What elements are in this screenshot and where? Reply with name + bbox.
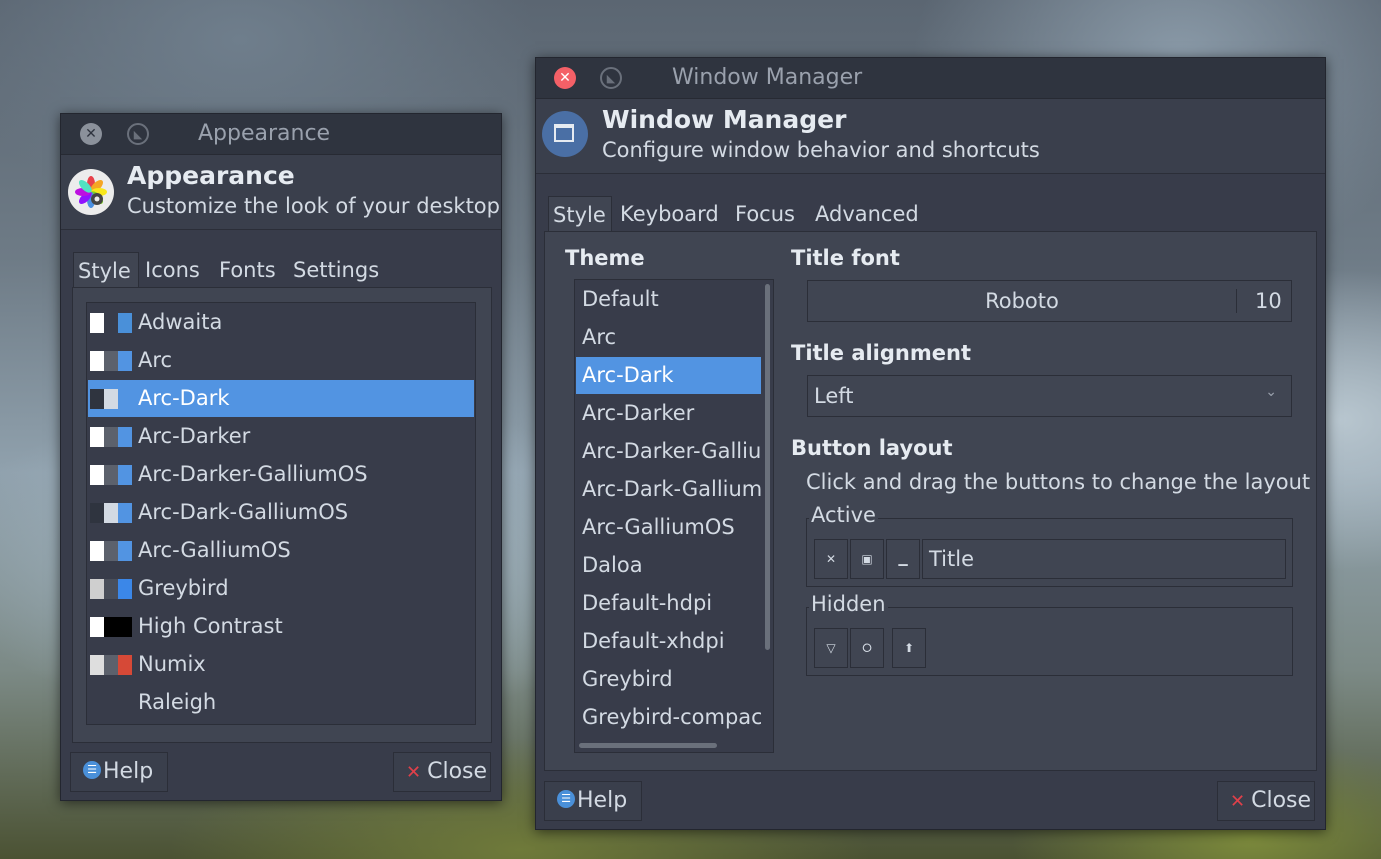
palette-icon	[68, 169, 114, 215]
list-item[interactable]: Default	[576, 281, 772, 318]
tab-icons[interactable]: Icons	[141, 252, 204, 288]
close-icon[interactable]: ✕	[80, 123, 102, 145]
wm-header: Window Manager Configure window behavior…	[536, 99, 1325, 174]
vertical-scrollbar[interactable]	[765, 284, 770, 650]
list-item[interactable]: Arc-Darker-GalliumOS	[88, 456, 474, 493]
stick-icon[interactable]: ⭘	[850, 628, 884, 668]
close-icon[interactable]: ✕	[554, 67, 576, 89]
help-button[interactable]: ☰ Help	[544, 781, 642, 821]
help-icon: ☰	[557, 790, 575, 808]
style-tab-panel: Adwaita Arc Arc-Dark Arc-Darker Arc-Dark…	[72, 287, 492, 743]
list-item[interactable]: Numix	[88, 646, 474, 683]
menu-icon[interactable]: ▽	[814, 628, 848, 668]
title-font-button[interactable]: Roboto 10	[807, 280, 1292, 322]
header-subtitle: Customize the look of your desktop	[127, 194, 500, 218]
title-font-label: Title font	[791, 246, 900, 270]
window-title: Window Manager	[672, 65, 863, 90]
tab-advanced[interactable]: Advanced	[811, 196, 923, 232]
list-item[interactable]: Arc-Darker	[576, 395, 761, 432]
tab-fonts[interactable]: Fonts	[215, 252, 280, 288]
maximize-icon[interactable]: ◣	[600, 67, 622, 89]
list-item[interactable]: Default-hdpi	[576, 585, 772, 622]
list-item[interactable]: Daloa	[576, 547, 772, 584]
title-font-size: 10	[1255, 289, 1282, 313]
wm-tabs: Style Keyboard Focus Advanced	[548, 196, 1308, 232]
chevron-down-icon: ⌄	[1265, 384, 1277, 400]
tab-focus[interactable]: Focus	[731, 196, 799, 232]
title-alignment-select[interactable]: Left ⌄	[807, 375, 1292, 417]
list-item[interactable]: Arc-Darker-GalliumOS	[576, 433, 761, 470]
help-icon: ☰	[83, 761, 101, 779]
horizontal-scrollbar[interactable]	[579, 743, 717, 748]
list-item[interactable]: Greybird	[88, 570, 474, 607]
appearance-titlebar[interactable]: ✕ ◣ Appearance	[61, 114, 501, 155]
hidden-label: Hidden	[809, 592, 888, 616]
list-item[interactable]: Greybird	[576, 661, 772, 698]
header-title: Window Manager	[602, 105, 847, 134]
list-item[interactable]: Arc	[576, 319, 772, 356]
tab-keyboard[interactable]: Keyboard	[616, 196, 723, 232]
close-icon: ✕	[1230, 791, 1246, 812]
tab-settings[interactable]: Settings	[289, 252, 383, 288]
list-item[interactable]: Arc-Darker	[88, 418, 474, 455]
title-placeholder[interactable]: Title	[922, 539, 1286, 579]
list-item[interactable]: Arc-Dark-GalliumOS	[576, 471, 761, 508]
window-title: Appearance	[198, 121, 331, 146]
list-item[interactable]: Greybird-compact	[576, 699, 761, 736]
maximize-icon[interactable]: ▣	[850, 539, 884, 579]
window-icon	[542, 111, 588, 157]
close-icon[interactable]: ✕	[814, 539, 848, 579]
list-item[interactable]: Arc-GalliumOS	[576, 509, 772, 546]
help-button[interactable]: ☰ Help	[70, 752, 168, 792]
title-alignment-label: Title alignment	[791, 341, 971, 365]
list-item[interactable]: Arc-Dark-GalliumOS	[88, 494, 474, 531]
button-layout-hint: Click and drag the buttons to change the…	[806, 470, 1311, 494]
tab-style[interactable]: Style	[73, 252, 139, 288]
maximize-icon[interactable]: ◣	[127, 123, 149, 145]
close-button[interactable]: ✕ Close	[393, 752, 491, 792]
appearance-header: Appearance Customize the look of your de…	[61, 155, 501, 230]
style-list[interactable]: Adwaita Arc Arc-Dark Arc-Darker Arc-Dark…	[86, 302, 476, 725]
active-frame: Active ✕ ▣ ▁ Title	[806, 503, 1293, 587]
list-item[interactable]: Arc-GalliumOS	[88, 532, 474, 569]
wm-titlebar[interactable]: ✕ ◣ Window Manager	[536, 58, 1325, 99]
list-item[interactable]: Default-xhdpi	[576, 623, 772, 660]
header-subtitle: Configure window behavior and shortcuts	[602, 138, 1040, 162]
close-button[interactable]: ✕ Close	[1217, 781, 1315, 821]
wm-style-panel: Theme Default Arc Arc-Dark Arc-Darker Ar…	[544, 231, 1317, 771]
appearance-window: ✕ ◣ Appearance Appearance Customize the …	[60, 113, 502, 801]
hidden-frame: Hidden ▽ ⭘ ⬆	[806, 592, 1293, 676]
active-label: Active	[809, 503, 878, 527]
button-layout-label: Button layout	[791, 436, 953, 460]
theme-list[interactable]: Default Arc Arc-Dark Arc-Darker Arc-Dark…	[574, 279, 774, 753]
tab-style[interactable]: Style	[548, 196, 612, 232]
close-icon: ✕	[406, 762, 422, 783]
title-alignment-value: Left	[814, 384, 854, 408]
list-item[interactable]: Arc	[88, 342, 474, 379]
shade-icon[interactable]: ⬆	[892, 628, 926, 668]
header-title: Appearance	[127, 161, 295, 190]
list-item-selected[interactable]: Arc-Dark	[88, 380, 474, 417]
title-font-name: Roboto	[985, 289, 1059, 313]
list-item[interactable]: High Contrast	[88, 608, 474, 645]
theme-label: Theme	[565, 246, 645, 270]
list-item[interactable]: Adwaita	[88, 304, 474, 341]
appearance-tabs: Style Icons Fonts Settings	[73, 252, 493, 288]
window-manager-window: ✕ ◣ Window Manager Window Manager Config…	[535, 57, 1326, 830]
list-item[interactable]: Raleigh	[88, 684, 474, 721]
list-item-selected[interactable]: Arc-Dark	[576, 357, 761, 394]
minimize-icon[interactable]: ▁	[886, 539, 920, 579]
